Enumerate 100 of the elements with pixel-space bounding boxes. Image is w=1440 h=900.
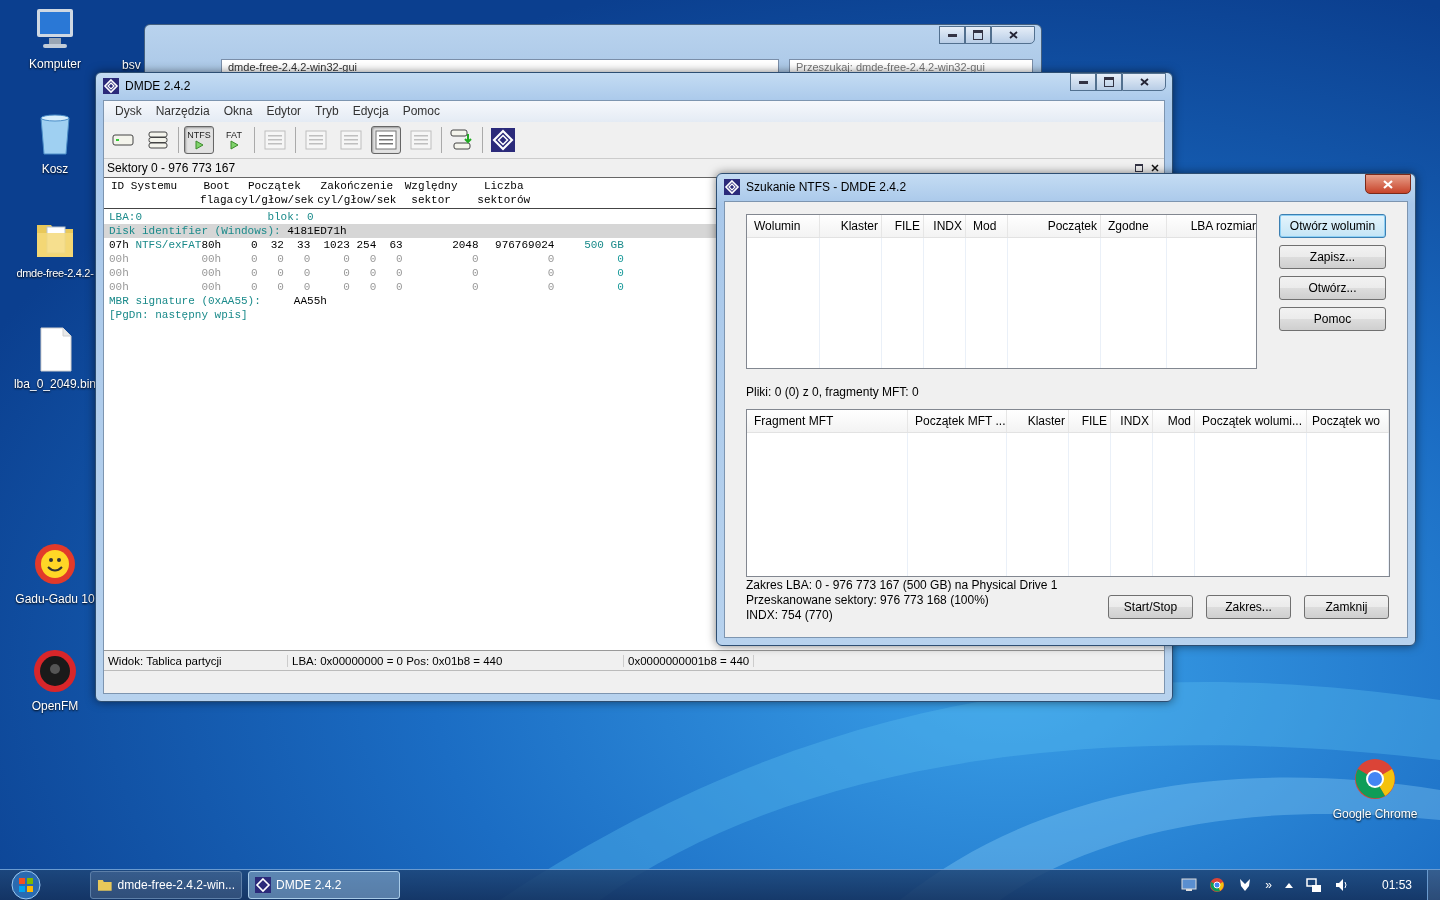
column-header[interactable]: LBA rozmiar (1167, 215, 1256, 237)
signature-value: AA55h (293, 295, 327, 307)
clock[interactable]: 01:53 (1381, 878, 1412, 892)
desktop-icon-label[interactable]: Komputer (29, 57, 81, 71)
scan-button[interactable]: FAT (219, 126, 249, 154)
files-info: Pliki: 0 (0) z 0, fragmenty MFT: 0 (746, 385, 920, 399)
minimize-button[interactable] (1070, 73, 1096, 91)
table-cell: 0 (303, 267, 311, 279)
column-header[interactable]: Wolumin (747, 215, 820, 237)
status-text: Widok: Tablica partycji (104, 654, 288, 667)
logo-button[interactable] (488, 126, 518, 154)
taskbar-button[interactable]: DMDE 2.4.2 (248, 871, 400, 899)
menu-item[interactable]: Tryb (308, 104, 346, 119)
volume-icon[interactable] (1333, 877, 1350, 893)
column-header[interactable]: Początek wolumi... (1195, 410, 1307, 432)
table-cell: 0 (343, 253, 350, 265)
details-button[interactable] (371, 126, 401, 154)
maximize-button[interactable] (1096, 73, 1122, 91)
menu-item[interactable]: Edytor (259, 104, 309, 119)
table-cell: 0 (250, 281, 258, 293)
dialog-title: Szukanie NTFS - DMDE 2.4.2 (746, 180, 907, 194)
menu-item[interactable]: Dysk (108, 104, 149, 119)
column-header[interactable]: Klaster (820, 215, 882, 237)
column-header[interactable]: Początek (1008, 215, 1101, 237)
table-cell: 00h (201, 267, 222, 279)
dialog-button[interactable]: Zamknij (1304, 595, 1389, 619)
menu-item[interactable]: Narzędzia (148, 104, 217, 119)
start-button[interactable] (8, 870, 44, 900)
desktop-icon-label[interactable]: Gadu-Gadu 10 (15, 592, 95, 606)
play-icon (229, 140, 239, 150)
column-header[interactable]: FILE (882, 215, 924, 237)
close-button[interactable] (1122, 73, 1166, 91)
column-header[interactable]: Fragment MFT (747, 410, 908, 432)
maximize-button[interactable] (965, 26, 991, 44)
column-header[interactable]: INDX (1111, 410, 1153, 432)
dialog-button[interactable]: Otwórz wolumin (1279, 214, 1386, 238)
column-header: Względny (404, 179, 458, 193)
dialog-button[interactable]: Zapisz... (1279, 245, 1386, 269)
network-icon[interactable] (1305, 877, 1322, 893)
window-title: DMDE 2.4.2 (125, 79, 191, 93)
dialog-button[interactable]: Zakres... (1206, 595, 1291, 619)
column-header[interactable]: Klaster (1007, 410, 1069, 432)
close-icon (1383, 179, 1393, 189)
minimize-button[interactable] (939, 26, 965, 44)
status-text: LBA: 0x00000000 = 0 Pos: 0x01b8 = 440 (288, 654, 624, 667)
column-header[interactable]: Początek MFT ... (908, 410, 1007, 432)
table-cell: 0 (547, 253, 555, 265)
disk-id-label: Disk identifier (Windows): (109, 225, 281, 237)
speaker-icon[interactable] (31, 647, 79, 695)
column-header[interactable]: FILE (1069, 410, 1111, 432)
monitor-icon[interactable] (1181, 878, 1198, 892)
list-icon (304, 129, 328, 151)
volumes-list[interactable]: Wolumin Klaster FILE INDX Mod Początek Zgodne LBA rozmiar (746, 214, 1257, 369)
lba-label: LBA:0 (109, 210, 143, 224)
list-icon (339, 129, 363, 151)
close-button[interactable] (991, 26, 1035, 44)
desktop-icon-label[interactable]: Kosz (41, 162, 69, 176)
menu-item[interactable]: Pomoc (395, 104, 448, 119)
table-cell: 0 (617, 253, 624, 265)
table-cell: 0 (369, 253, 377, 265)
dialog-button[interactable]: Otwórz... (1279, 276, 1386, 300)
table-cell: 0 (396, 267, 403, 279)
desktop-icon-label[interactable]: lba_0_2049.bin (13, 377, 97, 391)
drives-icon (148, 131, 168, 149)
column-header[interactable]: Mod (1153, 410, 1195, 432)
table-cell: 63 (389, 239, 403, 251)
table-cell: 0 (396, 281, 403, 293)
dialog-button[interactable]: Pomoc (1279, 307, 1386, 331)
column-header: Początek (247, 179, 301, 193)
taskbar-button[interactable]: dmde-free-2.4.2-win... (90, 871, 242, 899)
close-pane-button[interactable] (1149, 162, 1161, 174)
show-desktop-button[interactable] (1427, 870, 1440, 900)
table-cell: 0 (303, 253, 311, 265)
show-more-button[interactable]: » (1265, 878, 1272, 892)
column-header[interactable]: INDX (924, 215, 966, 237)
table-cell: 0 (369, 267, 377, 279)
column-header[interactable]: Początek wo (1307, 410, 1389, 432)
menu-item[interactable]: Okna (216, 104, 260, 119)
column-header[interactable]: Zgodne (1101, 215, 1167, 237)
table-cell: 500 GB (584, 239, 624, 251)
close-button[interactable] (1365, 174, 1411, 194)
close-icon (1008, 31, 1018, 39)
table-cell: 2048 (452, 239, 479, 251)
scan-button[interactable]: NTFS (184, 126, 214, 154)
table-cell: 00h (109, 253, 129, 265)
menu-item[interactable]: Edycja (345, 104, 396, 119)
column-header[interactable]: Mod (966, 215, 1008, 237)
tray-arrow-icon[interactable] (1283, 881, 1294, 889)
list-icon (409, 129, 433, 151)
close-icon (1139, 78, 1149, 86)
copy-icon (450, 129, 474, 151)
desktop-icon-label[interactable]: OpenFM (31, 699, 79, 713)
chrome-icon[interactable] (1209, 877, 1226, 893)
desktop-icon-label[interactable]: dmde-free-2.4.2- (16, 267, 94, 279)
app-logo-icon (255, 877, 271, 893)
table-cell: 1023 (323, 239, 350, 251)
desktop-icon-label[interactable]: bsv (122, 58, 141, 72)
table-cell: NTFS/exFAT (135, 239, 202, 251)
fragments-list[interactable]: Fragment MFT Początek MFT ... Klaster FILE INDX Mod Początek wolumi... Początek wo (746, 409, 1390, 577)
dialog-button[interactable]: Start/Stop (1108, 595, 1193, 619)
